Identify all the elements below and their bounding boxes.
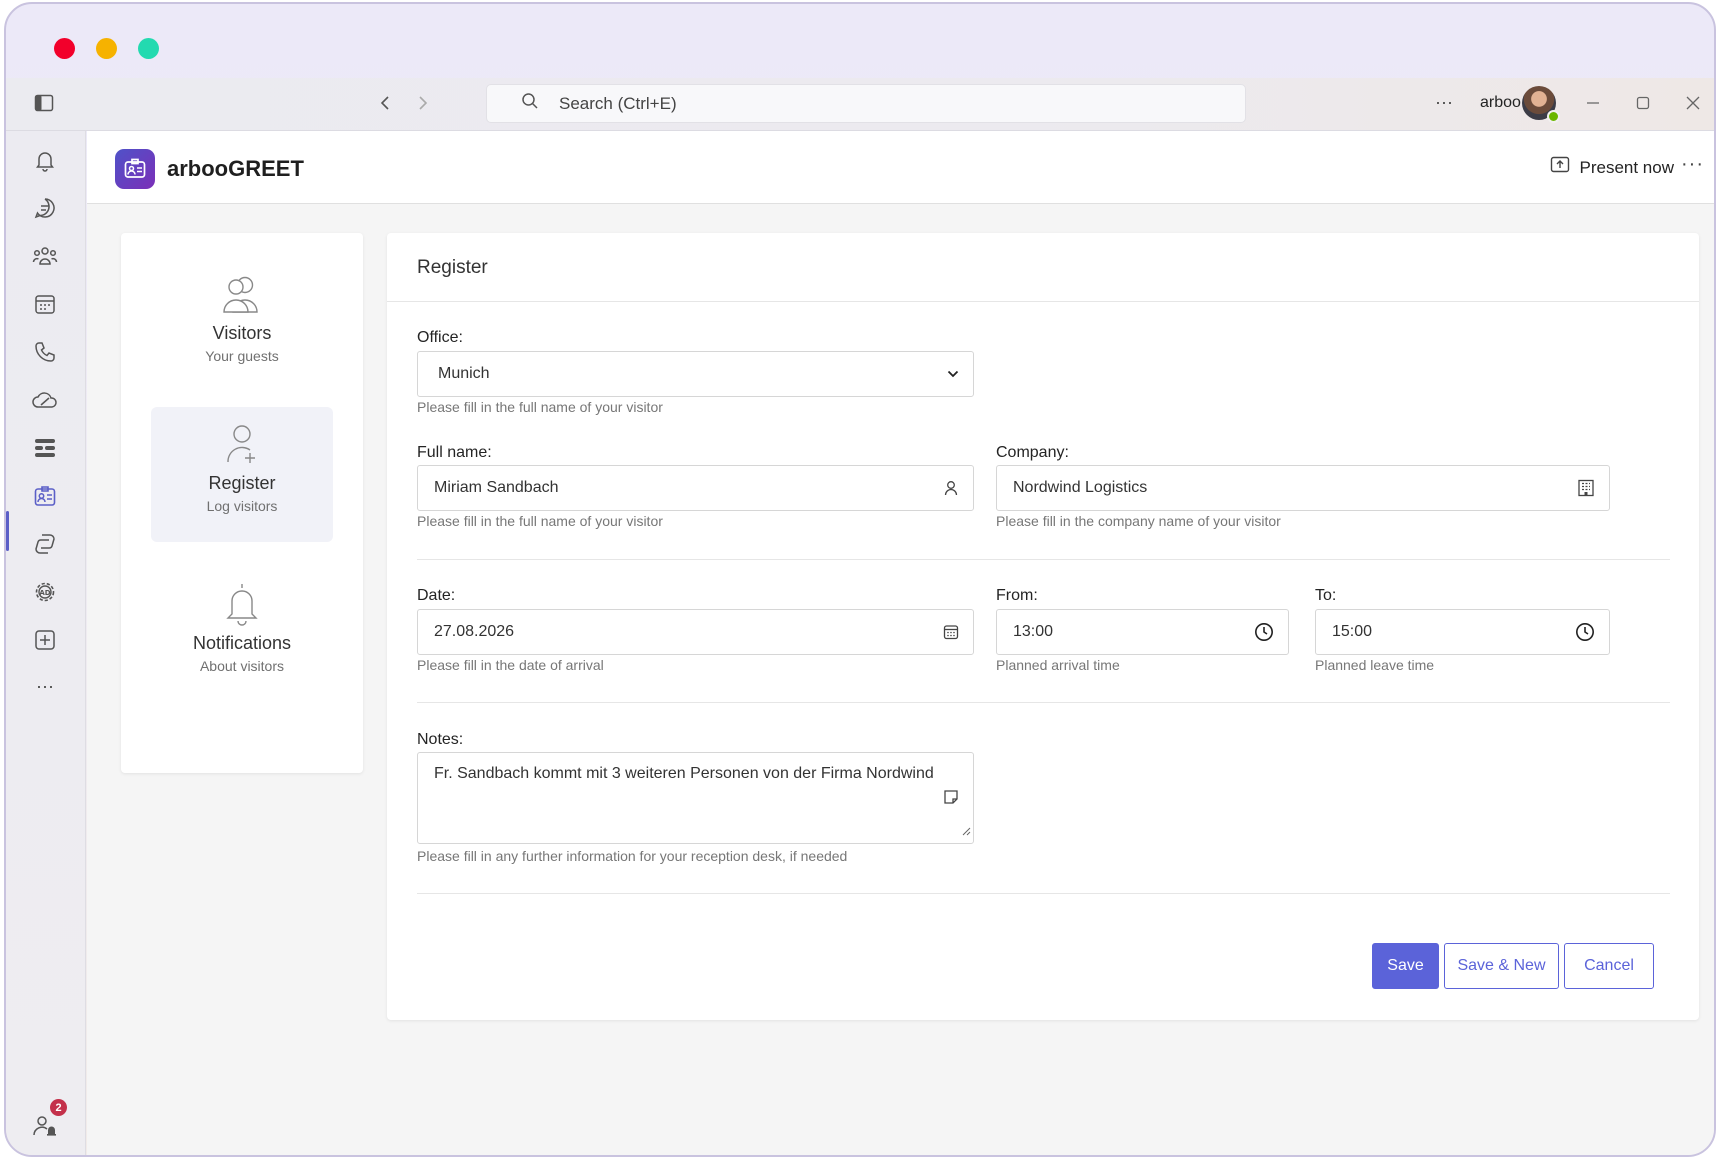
svg-text:AD: AD: [39, 589, 50, 597]
from-value: 13:00: [1013, 623, 1054, 640]
present-now-label: Present now: [1579, 157, 1675, 177]
company-help: Please fill in the company name of your …: [996, 513, 1281, 529]
nav-item-visitors[interactable]: Visitors Your guests: [151, 257, 333, 392]
maximize-icon[interactable]: [1632, 92, 1654, 114]
calendar-picker-icon: [943, 624, 959, 640]
app-more-icon[interactable]: ···: [1681, 153, 1704, 176]
form-divider: [417, 893, 1670, 894]
presence-status-icon: [1547, 110, 1560, 123]
nav-item-notifications[interactable]: Notifications About visitors: [151, 567, 333, 702]
company-value: Nordwind Logistics: [1013, 479, 1148, 496]
search-input[interactable]: Search (Ctrl+E): [486, 84, 1246, 123]
full-name-value: Miriam Sandbach: [434, 479, 559, 496]
to-label: To:: [1315, 587, 1337, 604]
from-time-field[interactable]: 13:00: [996, 609, 1289, 655]
office-label: Office:: [417, 329, 463, 346]
bell-icon: [222, 581, 262, 627]
resize-handle-icon[interactable]: [962, 823, 971, 841]
sidebar-toggle-icon[interactable]: [32, 91, 56, 115]
back-icon[interactable]: [374, 92, 396, 114]
title-bar: Search (Ctrl+E) ··· arboo: [6, 78, 1714, 131]
more-options-icon[interactable]: ···: [1430, 88, 1458, 116]
nav-item-register[interactable]: Register Log visitors: [151, 407, 333, 542]
nav-sub-visitors: Your guests: [205, 348, 279, 364]
register-form: Register Office: Munich Please fill in t…: [387, 233, 1699, 1020]
company-label: Company:: [996, 444, 1069, 461]
date-value: 27.08.2026: [434, 623, 515, 640]
more-apps-icon[interactable]: ···: [30, 671, 60, 701]
close-window-dot[interactable]: [54, 38, 75, 59]
forward-icon[interactable]: [412, 92, 434, 114]
to-value: 15:00: [1332, 623, 1373, 640]
notes-label: Notes:: [417, 731, 464, 748]
people-icon: [220, 271, 264, 317]
search-placeholder: Search (Ctrl+E): [559, 93, 677, 113]
activity-bell-icon[interactable]: [30, 145, 60, 175]
arboogreet-rail-icon[interactable]: [30, 481, 60, 511]
building-icon: [1577, 479, 1595, 497]
from-help: Planned arrival time: [996, 657, 1120, 673]
app-content: arbooGREET Present now ··· Visitors Your…: [87, 131, 1714, 1155]
office-select[interactable]: Munich: [417, 351, 974, 397]
form-divider: [417, 702, 1670, 703]
full-name-label: Full name:: [417, 444, 492, 461]
cancel-button[interactable]: Cancel: [1564, 943, 1654, 989]
chat-icon[interactable]: [30, 193, 60, 223]
form-title: Register: [387, 233, 1699, 302]
office-value: Munich: [438, 365, 490, 382]
to-help: Planned leave time: [1315, 657, 1435, 673]
app-header: arbooGREET Present now ···: [87, 131, 1714, 204]
rail-active-indicator: [6, 511, 9, 551]
search-icon: [521, 92, 539, 115]
calendar-icon[interactable]: [30, 289, 60, 319]
full-name-field[interactable]: Miriam Sandbach: [417, 465, 974, 511]
nav-label-notifications: Notifications: [192, 633, 292, 653]
nav-label-visitors: Visitors: [212, 323, 272, 343]
clock-icon: [1575, 622, 1595, 642]
app-window: Search (Ctrl+E) ··· arboo AD ··· 2 arboo…: [4, 2, 1716, 1157]
notes-help: Please fill in any further information f…: [417, 848, 848, 864]
add-app-icon[interactable]: [30, 625, 60, 655]
nav-sub-notifications: About visitors: [199, 658, 285, 674]
to-time-field[interactable]: 15:00: [1315, 609, 1610, 655]
nav-sub-register: Log visitors: [206, 498, 278, 514]
side-navigation: Visitors Your guests Register Log visito…: [121, 233, 363, 773]
full-name-help: Please fill in the full name of your vis…: [417, 513, 663, 529]
chevron-down-icon: [947, 370, 959, 378]
admin-gear-icon[interactable]: AD: [30, 577, 60, 607]
note-icon: [943, 789, 959, 810]
date-field[interactable]: 27.08.2026: [417, 609, 974, 655]
calls-icon[interactable]: [30, 337, 60, 367]
office-help: Please fill in the full name of your vis…: [417, 399, 663, 415]
clock-icon: [1254, 622, 1274, 642]
date-label: Date:: [417, 587, 456, 604]
save-button[interactable]: Save: [1372, 943, 1439, 989]
form-divider: [417, 559, 1670, 560]
nav-label-register: Register: [208, 473, 276, 493]
date-help: Please fill in the date of arrival: [417, 657, 604, 673]
apps-list-icon[interactable]: [30, 433, 60, 463]
share-screen-icon: [1550, 156, 1570, 179]
notes-textarea[interactable]: Fr. Sandbach kommt mit 3 weiteren Person…: [417, 752, 974, 844]
from-label: From:: [996, 587, 1038, 604]
zoom-window-dot[interactable]: [138, 38, 159, 59]
teams-icon[interactable]: [30, 241, 60, 271]
notification-badge: 2: [50, 1099, 67, 1116]
minimize-icon[interactable]: [1582, 92, 1604, 114]
copilot-icon[interactable]: [30, 529, 60, 559]
arboogreet-logo: [115, 149, 155, 189]
onedrive-icon[interactable]: [30, 385, 60, 415]
window-controls: [54, 38, 159, 59]
user-name[interactable]: arboo: [1480, 94, 1521, 112]
person-add-icon: [222, 421, 262, 467]
close-icon[interactable]: [1682, 92, 1704, 114]
present-now-button[interactable]: Present now: [1550, 156, 1675, 179]
person-icon: [943, 480, 959, 496]
app-title: arbooGREET: [167, 156, 304, 181]
save-and-new-button[interactable]: Save & New: [1444, 943, 1559, 989]
notes-value: Fr. Sandbach kommt mit 3 weiteren Person…: [434, 765, 934, 782]
company-field[interactable]: Nordwind Logistics: [996, 465, 1610, 511]
app-rail: AD ··· 2: [6, 131, 86, 1155]
minimize-window-dot[interactable]: [96, 38, 117, 59]
